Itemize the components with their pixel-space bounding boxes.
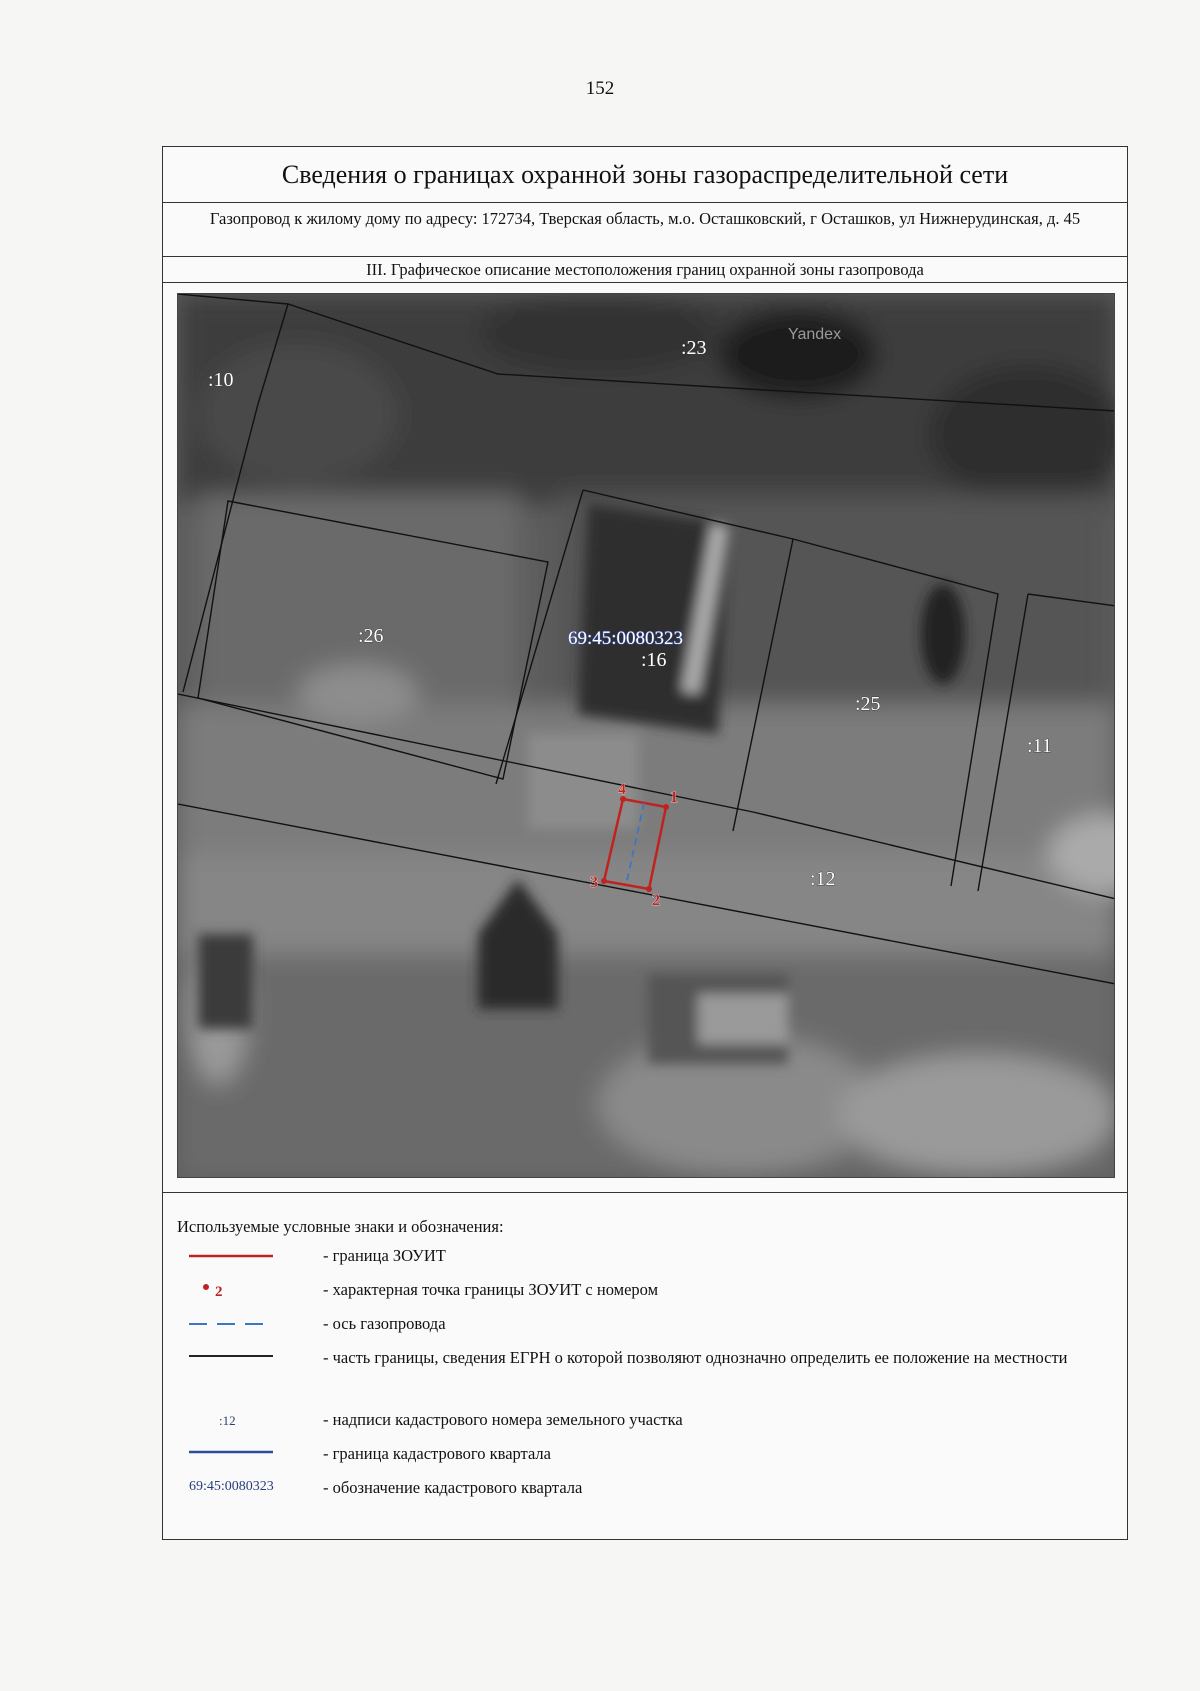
boundary-point-1-label: 1 — [670, 789, 678, 806]
parcel-label-26: :26 — [358, 625, 384, 647]
legend-text-gas-axis: - ось газопровода — [323, 1314, 446, 1333]
legend: - граница ЗОУИТ 2 - характерная точка гр… — [177, 1245, 1107, 1511]
parcel-label-25: :25 — [855, 693, 881, 715]
map-svg: Yandex 1 2 3 4:23:10:26:16:25:11:… — [178, 294, 1114, 1177]
legend-text-parcel-label: - надписи кадастрового номера земельного… — [323, 1410, 683, 1429]
legend-title: Используемые условные знаки и обозначени… — [177, 1217, 504, 1236]
legend-text-quarter-boundary: - граница кадастрового квартала — [323, 1444, 551, 1463]
page-number: 152 — [585, 78, 615, 99]
parcel-label-23: :23 — [681, 337, 707, 359]
legend-item-quarter-boundary: - граница кадастрового квартала — [177, 1443, 1107, 1477]
section-heading: III. Графическое описание местоположения… — [163, 257, 1127, 283]
legend-symbol-blue-dashed-line — [177, 1313, 277, 1335]
document-subtitle: Газопровод к жилому дому по адресу: 1727… — [163, 203, 1127, 257]
legend-item-boundary-point: 2 - характерная точка границы ЗОУИТ с но… — [177, 1279, 1107, 1313]
legend-item-gas-axis: - ось газопровода — [177, 1313, 1107, 1347]
parcel-label-16: :16 — [641, 649, 667, 671]
boundary-point-2-label: 2 — [652, 892, 660, 909]
legend-text-quarter-label: - обозначение кадастрового квартала — [323, 1478, 583, 1497]
legend-text-zone-boundary: - граница ЗОУИТ — [323, 1246, 446, 1265]
yandex-watermark: Yandex — [788, 326, 841, 343]
legend-symbol-red-line — [177, 1245, 277, 1267]
legend-symbol-red-point: 2 — [177, 1279, 277, 1301]
legend-text-egrn-boundary: - часть границы, сведения ЕГРН о которой… — [323, 1348, 1068, 1367]
document-frame: Сведения о границах охранной зоны газора… — [162, 146, 1128, 1540]
parcel-label-10: :10 — [208, 369, 234, 391]
boundary-point-1-marker — [663, 804, 669, 810]
parcel-label-12: :12 — [810, 868, 836, 890]
legend-sample-quarter-label: 69:45:0080323 — [189, 1479, 274, 1494]
legend-symbol-black-line — [177, 1347, 277, 1369]
map-divider — [163, 1192, 1127, 1193]
legend-point-label: 2 — [215, 1284, 223, 1300]
legend-symbol-blue-line — [177, 1443, 277, 1465]
legend-item-zone-boundary: - граница ЗОУИТ — [177, 1245, 1107, 1279]
boundary-point-3-label: 3 — [590, 874, 598, 891]
parcel-label-11: :11 — [1027, 735, 1052, 757]
boundary-point-4-label: 4 — [618, 781, 626, 798]
legend-item-quarter-label: 69:45:0080323 - обозначение кадастрового… — [177, 1477, 1107, 1511]
document-title: Сведения о границах охранной зоны газора… — [163, 147, 1127, 203]
legend-item-egrn-boundary: - часть границы, сведения ЕГРН о которой… — [177, 1347, 1107, 1409]
legend-text-boundary-point: - характерная точка границы ЗОУИТ с номе… — [323, 1280, 659, 1299]
legend-sample-parcel-label: :12 — [219, 1413, 236, 1428]
legend-symbol-parcel-label: :12 — [177, 1409, 277, 1431]
legend-item-parcel-label: :12 - надписи кадастрового номера земель… — [177, 1409, 1107, 1443]
quarter-label: 69:45:0080323 — [568, 628, 683, 649]
boundary-point-3-marker — [601, 878, 607, 884]
legend-symbol-quarter-label: 69:45:0080323 — [177, 1477, 277, 1499]
map-area: Yandex 1 2 3 4:23:10:26:16:25:11:… — [177, 293, 1115, 1178]
